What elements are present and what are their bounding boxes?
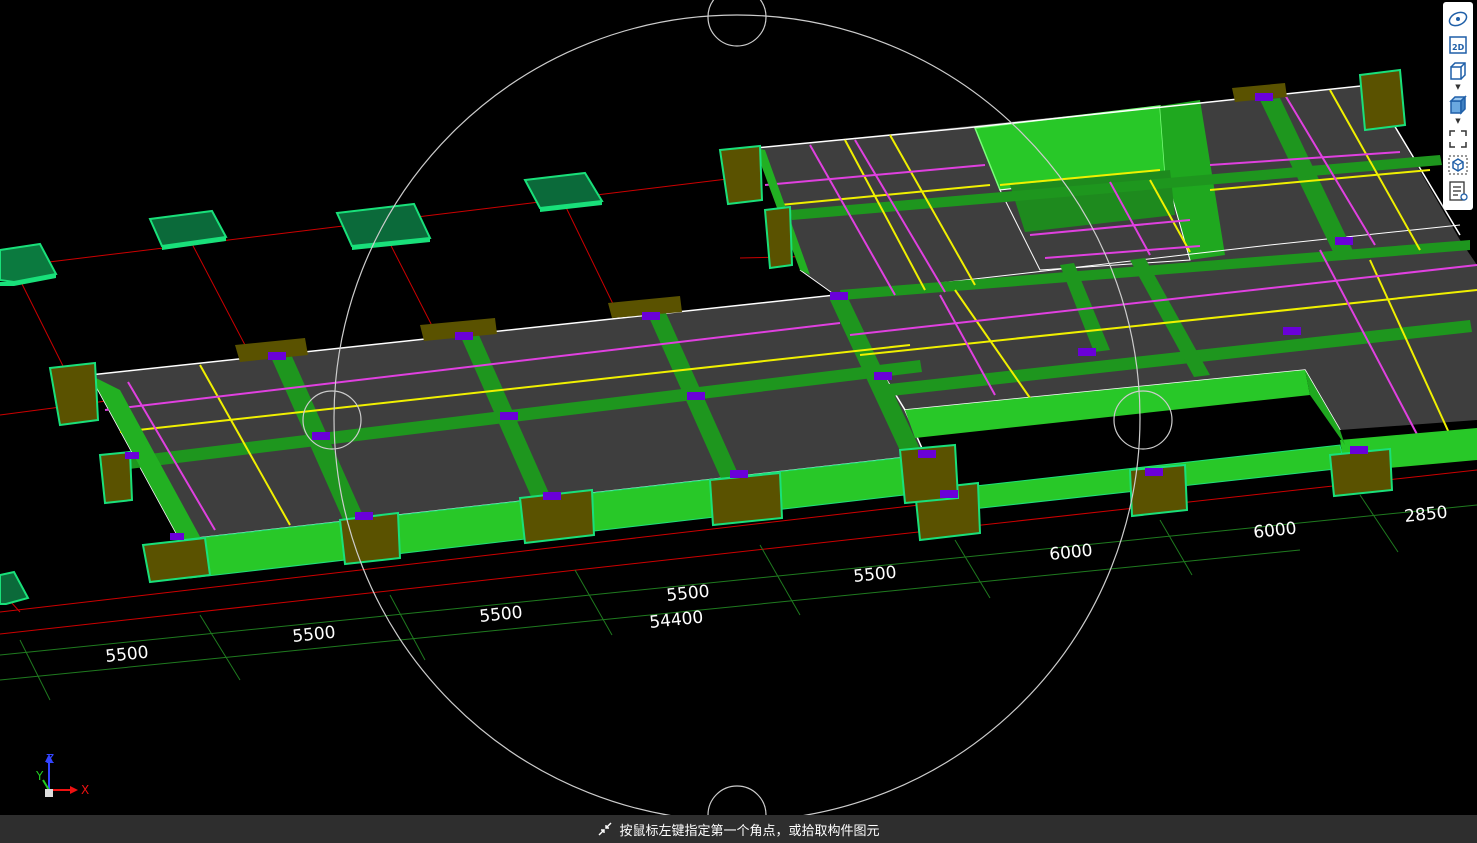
axis-z-label: Z <box>46 752 54 766</box>
local-3d-button[interactable] <box>1445 152 1471 178</box>
pile-cap <box>708 471 784 527</box>
chevron-down-icon[interactable]: ▼ <box>1455 118 1460 126</box>
dimension-label: 6000 <box>1048 541 1093 565</box>
dimension-label: 5500 <box>478 603 523 627</box>
pile-cap <box>763 205 794 270</box>
2d-view-icon: 2D <box>1449 36 1467 54</box>
view-toolbar: 2D ▼ ▼ <box>1443 2 1473 210</box>
chevron-down-icon[interactable]: ▼ <box>1455 84 1460 92</box>
axis-y-label: Y <box>35 769 44 783</box>
pile-cap-isolated <box>148 209 228 250</box>
properties-view-button[interactable] <box>1445 178 1471 204</box>
2d-view-button[interactable]: 2D <box>1445 32 1471 58</box>
pile-cap <box>338 511 402 566</box>
dimension-label: 5500 <box>665 582 710 606</box>
axis-indicator: Z Y X <box>35 752 89 797</box>
fullscreen-icon <box>1449 130 1467 148</box>
dimension-label: 6000 <box>1252 519 1297 543</box>
dimension-label: 2850 <box>1403 503 1448 527</box>
local-cube-icon <box>1448 155 1468 175</box>
pile-cap-isolated <box>0 570 30 605</box>
model-canvas[interactable]: 5500 5500 5500 5500 5500 6000 6000 2850 … <box>0 0 1477 815</box>
dimension-label: 5500 <box>852 563 897 587</box>
pile-cap-isolated <box>523 171 604 212</box>
status-bar: 按鼠标左键指定第一个角点，或拾取构件图元 <box>0 815 1477 843</box>
collapse-arrows-icon <box>598 822 612 836</box>
fit-view-button[interactable] <box>1445 126 1471 152</box>
pile-cap-isolated <box>335 202 432 250</box>
pile-cap <box>718 144 764 206</box>
wireframe-cube-icon <box>1450 62 1466 80</box>
model-3d-viewport[interactable]: 5500 5500 5500 5500 5500 6000 6000 2850 … <box>0 0 1477 815</box>
pile-cap <box>48 361 100 427</box>
orbit-icon <box>1448 11 1468 27</box>
3d-view-button[interactable] <box>1445 58 1471 84</box>
dimension-total-label: 54400 <box>648 607 704 633</box>
dimension-label: 5500 <box>291 623 336 647</box>
solid-cube-icon <box>1449 95 1467 115</box>
pile-cap <box>141 536 212 584</box>
pile-cap-isolated <box>0 242 58 286</box>
shaded-view-button[interactable] <box>1445 92 1471 118</box>
status-prompt: 按鼠标左键指定第一个角点，或拾取构件图元 <box>619 823 880 839</box>
pile-cap <box>98 450 134 505</box>
pile-cap <box>1328 447 1394 498</box>
pile-cap <box>1358 68 1407 132</box>
2d-view-label: 2D <box>1452 43 1465 52</box>
axis-x-label: X <box>81 783 89 797</box>
dimension-label: 5500 <box>104 643 149 667</box>
list-view-icon <box>1449 181 1468 201</box>
orbit-view-button[interactable] <box>1445 6 1471 32</box>
